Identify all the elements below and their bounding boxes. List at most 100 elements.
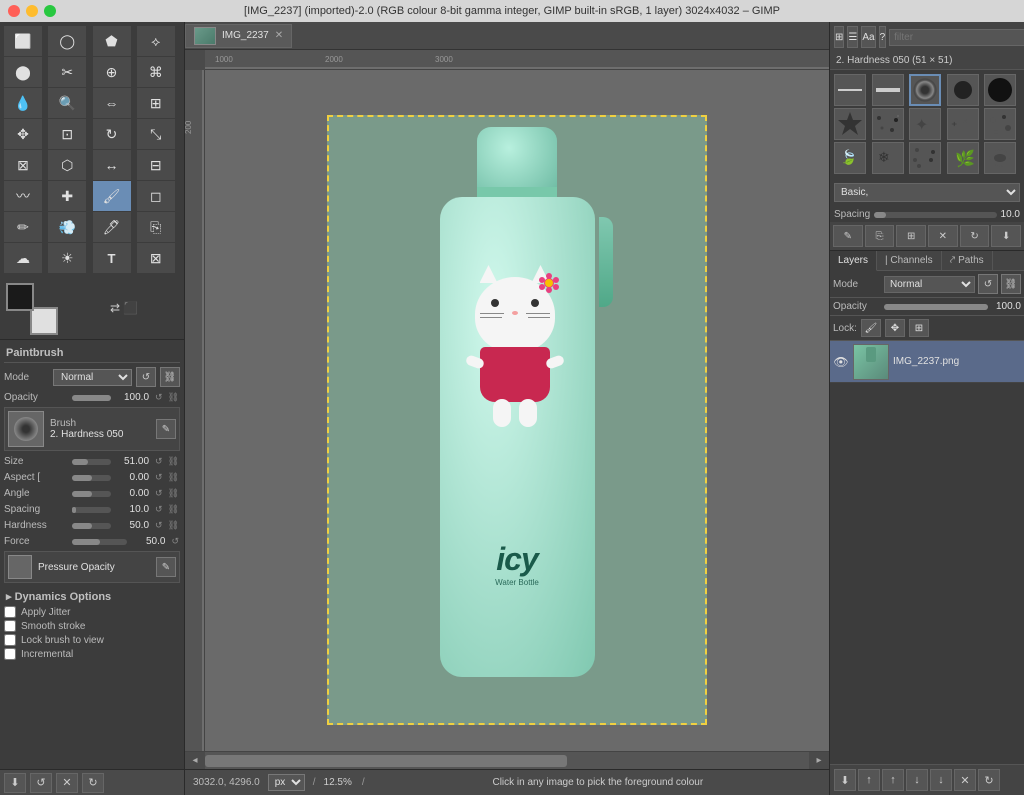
angle-chain-icon[interactable]: ⛓	[167, 487, 180, 500]
brush-view-large-icon[interactable]: Aa	[861, 26, 875, 48]
spacing-chain-icon[interactable]: ⛓	[167, 503, 180, 516]
tool-ink[interactable]: 🖊	[93, 212, 131, 242]
angle-slider[interactable]	[72, 491, 111, 497]
size-reset-icon[interactable]: ↺	[154, 455, 164, 468]
brush-cell-scatter2[interactable]: ⁺×	[947, 108, 979, 140]
tool-color-select[interactable]: ⬤	[4, 57, 42, 87]
brush-cell-texture4[interactable]: 🌿	[947, 142, 979, 174]
tool-foreground-select[interactable]: ⊕	[93, 57, 131, 87]
brush-refresh-button[interactable]: ↻	[960, 225, 990, 247]
mode-reset-icon[interactable]: ↺	[136, 367, 156, 387]
tool-shear[interactable]: ⊠	[4, 150, 42, 180]
hardness-reset-icon[interactable]: ↺	[154, 519, 164, 532]
tool-zoom[interactable]: 🔍	[48, 88, 86, 118]
tool-perspective[interactable]: ⬡	[48, 150, 86, 180]
tool-scissors[interactable]: ✂	[48, 57, 86, 87]
size-slider[interactable]	[72, 459, 111, 465]
tool-dodge-burn[interactable]: ☀	[48, 243, 86, 273]
tool-text[interactable]: T	[93, 243, 131, 273]
brush-cell-scatter1[interactable]: ✦	[909, 108, 941, 140]
brush-cell-hardness-100[interactable]	[947, 74, 979, 106]
tool-bucket-fill[interactable]: ⊠	[137, 243, 175, 273]
tool-scale[interactable]: ⤡	[137, 119, 175, 149]
background-color[interactable]	[30, 307, 58, 335]
dynamics-options-header[interactable]: ▸ Dynamics Options	[4, 587, 180, 606]
brush-cell-line[interactable]	[834, 74, 866, 106]
scroll-right-button[interactable]: ▸	[809, 752, 829, 770]
brush-copy-button[interactable]: ⎘	[865, 225, 895, 247]
force-slider[interactable]	[72, 539, 127, 545]
brush-view-list-icon[interactable]: ☰	[847, 26, 858, 48]
opacity-slider[interactable]	[72, 395, 111, 401]
brush-new-button[interactable]: ⊞	[896, 225, 926, 247]
force-reset-icon[interactable]: ↺	[170, 535, 180, 548]
layers-move-down2-button[interactable]: ↓	[930, 769, 952, 791]
close-button[interactable]	[8, 5, 20, 17]
tool-fuzzy-select[interactable]: ⟡	[137, 26, 175, 56]
mode-chain-icon[interactable]: ⛓	[160, 367, 180, 387]
tool-ellipse-select[interactable]: ◯	[48, 26, 86, 56]
scrollbar-thumb-h[interactable]	[205, 755, 567, 767]
lock-brush-checkbox[interactable]	[4, 634, 16, 646]
angle-reset-icon[interactable]: ↺	[154, 487, 164, 500]
layers-mode-select[interactable]: Normal	[884, 276, 975, 293]
brush-name-value[interactable]: 2. Hardness 050	[50, 429, 150, 440]
hardness-slider[interactable]	[72, 523, 111, 529]
smooth-stroke-row[interactable]: Smooth stroke	[4, 620, 180, 632]
layers-opacity-slider[interactable]	[884, 304, 988, 310]
spacing-reset-icon[interactable]: ↺	[154, 503, 164, 516]
layer-visibility-icon[interactable]: 👁	[833, 354, 849, 370]
brush-delete-button[interactable]: ✕	[928, 225, 958, 247]
tool-free-select[interactable]: ⬟	[93, 26, 131, 56]
layers-move-up-button[interactable]: ↑	[858, 769, 880, 791]
tool-rotate[interactable]: ↻	[93, 119, 131, 149]
layers-move-down-button[interactable]: ↓	[906, 769, 928, 791]
tool-preset-reset-button[interactable]: ↻	[82, 773, 104, 793]
layers-tab[interactable]: Layers	[830, 251, 877, 271]
layers-mode-chain-icon[interactable]: ⛓	[1001, 274, 1021, 294]
tool-clone[interactable]: ⎘	[137, 212, 175, 242]
tool-preset-save-button[interactable]: ⬇	[4, 773, 26, 793]
layers-reset-button[interactable]: ↻	[978, 769, 1000, 791]
layers-delete-button[interactable]: ✕	[954, 769, 976, 791]
image-container[interactable]: icy Water Bottle	[327, 115, 707, 725]
apply-jitter-row[interactable]: Apply Jitter	[4, 606, 180, 618]
layers-move-up2-button[interactable]: ↑	[882, 769, 904, 791]
tool-heal[interactable]: ✚	[48, 181, 86, 211]
lock-alpha-icon[interactable]: ⊞	[909, 319, 929, 337]
spacing-slider[interactable]	[72, 507, 111, 513]
brush-spacing-slider[interactable]	[874, 212, 996, 218]
canvas-scroll-area[interactable]: 200	[185, 70, 829, 751]
brush-cell-hardness-050[interactable]	[909, 74, 941, 106]
lock-paint-icon[interactable]: 🖌	[861, 319, 881, 337]
brush-cell-texture3[interactable]	[909, 142, 941, 174]
opacity-chain-icon[interactable]: ⛓	[167, 391, 180, 404]
opacity-reset-icon[interactable]: ↺	[154, 391, 164, 404]
scrollbar-horizontal[interactable]: ◂ ▸	[185, 751, 829, 769]
maximize-button[interactable]	[44, 5, 56, 17]
tool-preset-restore-button[interactable]: ↺	[30, 773, 52, 793]
brush-cell-star[interactable]	[834, 108, 866, 140]
brush-cell-texture2[interactable]: ❄	[872, 142, 904, 174]
brush-cell-texture1[interactable]: 🍃	[834, 142, 866, 174]
paths-tab[interactable]: ⤤ Paths	[942, 251, 993, 270]
tool-warp[interactable]: 〰	[4, 181, 42, 211]
brush-edit-icon[interactable]: ✎	[156, 419, 176, 439]
brush-cell-star2[interactable]	[872, 108, 904, 140]
tool-crop[interactable]: ⊡	[48, 119, 86, 149]
minimize-button[interactable]	[26, 5, 38, 17]
brush-save-button[interactable]: ⬇	[991, 225, 1021, 247]
swap-colors-icon[interactable]: ⇄	[110, 301, 120, 315]
mode-select[interactable]: Normal	[53, 369, 132, 386]
tool-flip[interactable]: ↔	[93, 150, 131, 180]
hardness-chain-icon[interactable]: ⛓	[167, 519, 180, 532]
size-chain-icon[interactable]: ⛓	[167, 455, 180, 468]
brush-edit-button[interactable]: ✎	[833, 225, 863, 247]
channels-tab[interactable]: | Channels	[877, 251, 942, 270]
brush-cell-line2[interactable]	[872, 74, 904, 106]
apply-jitter-checkbox[interactable]	[4, 606, 16, 618]
scrollbar-track-h[interactable]	[205, 755, 809, 767]
scroll-left-button[interactable]: ◂	[185, 752, 205, 770]
brush-help-icon[interactable]: ?	[879, 26, 887, 48]
brush-cell-texture5[interactable]	[984, 142, 1016, 174]
